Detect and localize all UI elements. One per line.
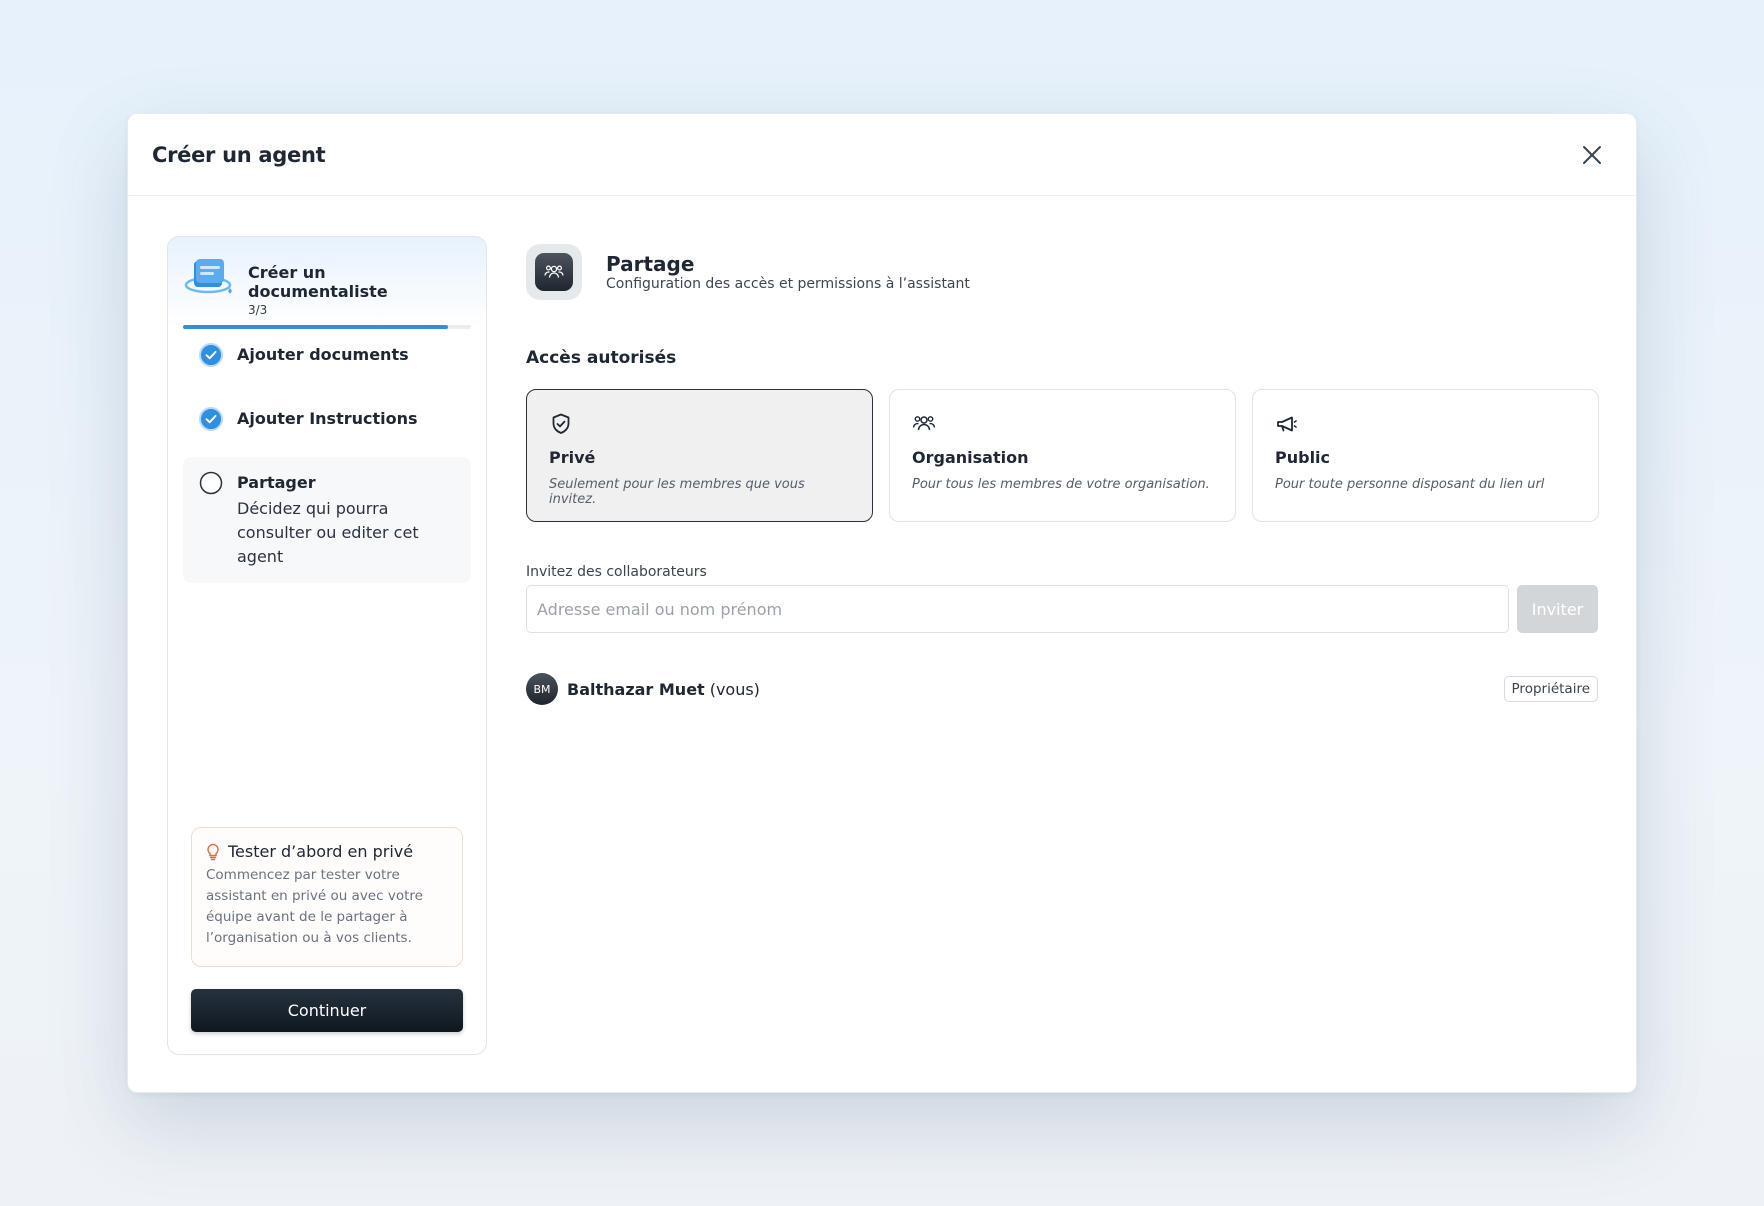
check-circle-icon	[199, 407, 223, 431]
access-option-description: Pour tous les membres de votre organisat…	[912, 477, 1210, 492]
tip-box: Tester d’abord en privé Commencez par te…	[191, 827, 463, 967]
section-subtitle: Configuration des accès et permissions à…	[606, 276, 970, 292]
shield-check-icon	[552, 413, 570, 434]
access-option-title: Organisation	[912, 448, 1029, 467]
invite-label: Invitez des collaborateurs	[526, 564, 707, 580]
section-icon	[526, 244, 582, 300]
role-badge[interactable]: Propriétaire	[1503, 676, 1598, 702]
avatar: BM	[526, 673, 558, 705]
empty-circle-icon	[199, 471, 223, 495]
member-row: BM Balthazar Muet (vous) Propriétaire	[526, 672, 1598, 706]
users-icon	[912, 416, 936, 431]
close-button[interactable]	[1572, 135, 1612, 175]
lightbulb-icon	[207, 843, 219, 860]
access-option-organisation[interactable]: Organisation Pour tous les membres de vo…	[889, 389, 1236, 522]
modal-title: Créer un agent	[152, 142, 326, 167]
tip-text: Commencez par tester votre assistant en …	[206, 867, 423, 946]
step-partager[interactable]: Partager Décidez qui pourra consulter ou…	[183, 457, 471, 583]
step-label: Partager	[237, 473, 316, 492]
access-option-description: Seulement pour les membres que vous invi…	[549, 477, 805, 507]
member-name: Balthazar Muet	[567, 679, 705, 699]
step-ajouter-documents[interactable]: Ajouter documents	[183, 343, 471, 367]
section-title: Partage	[606, 252, 695, 276]
stepper-header: Créer un documentaliste 3/3	[168, 237, 486, 327]
access-option-title: Privé	[549, 448, 596, 467]
step-ajouter-instructions[interactable]: Ajouter Instructions	[183, 407, 471, 431]
stepper-progress-track	[183, 325, 471, 329]
access-options: Privé Seulement pour les membres que vou…	[526, 389, 1599, 522]
step-description: Décidez qui pourra consulter ou editer c…	[237, 499, 419, 566]
step-label: Ajouter Instructions	[237, 409, 418, 428]
member-you-label: (vous)	[709, 679, 760, 699]
access-label: Accès autorisés	[526, 348, 677, 368]
create-agent-modal: Créer un agent Créer un documentaliste 3…	[127, 113, 1637, 1093]
access-option-description: Pour toute personne disposant du lien ur…	[1275, 477, 1545, 492]
access-option-public[interactable]: Public Pour toute personne disposant du …	[1252, 389, 1599, 522]
access-option-prive[interactable]: Privé Seulement pour les membres que vou…	[526, 389, 873, 522]
stepper-progress-fill	[183, 325, 448, 329]
continue-button[interactable]: Continuer	[191, 989, 463, 1032]
stepper-count: 3/3	[248, 303, 268, 317]
step-label: Ajouter documents	[237, 345, 409, 364]
documentalist-logo-icon	[184, 259, 232, 294]
stepper-title: Créer un documentaliste	[248, 263, 388, 301]
stepper-panel: Créer un documentaliste 3/3 Ajouter docu…	[167, 236, 487, 1055]
tip-title-row: Tester d’abord en privé	[206, 842, 448, 861]
tip-title: Tester d’abord en privé	[228, 842, 414, 861]
invite-button[interactable]: Inviter	[1517, 585, 1598, 633]
users-icon	[544, 265, 564, 278]
megaphone-icon	[1277, 416, 1297, 432]
close-icon	[1583, 145, 1601, 164]
invite-input[interactable]	[526, 585, 1509, 633]
check-circle-icon	[199, 343, 223, 367]
section-header: Partage Configuration des accès et permi…	[526, 244, 970, 300]
access-option-title: Public	[1275, 448, 1331, 467]
modal-header: Créer un agent	[128, 114, 1636, 196]
